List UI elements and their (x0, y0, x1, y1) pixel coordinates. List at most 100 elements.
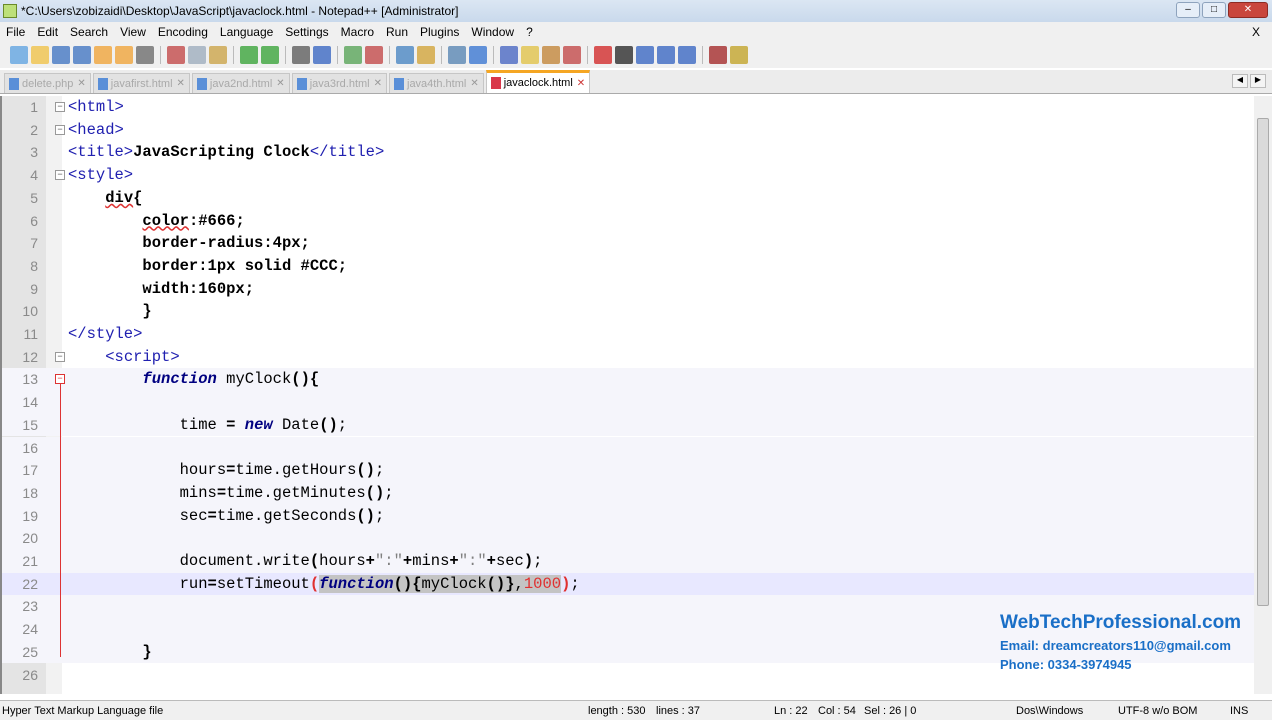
menu-encoding[interactable]: Encoding (152, 25, 214, 39)
tab-scroll-left-icon[interactable]: ◀ (1232, 74, 1248, 88)
find-icon[interactable] (292, 46, 310, 64)
code-line[interactable]: 22 run=setTimeout(function(){myClock()},… (2, 572, 1254, 596)
code-editor[interactable]: 1− <html> 2− <head> 3 <title>JavaScripting Cl… (0, 96, 1254, 694)
save-all-icon[interactable] (73, 46, 91, 64)
menu-run[interactable]: Run (380, 25, 414, 39)
code-line[interactable]: 5 div{ (2, 187, 1254, 210)
redo-icon[interactable] (261, 46, 279, 64)
tab-javaclock-html[interactable]: javaclock.html ✕ (485, 70, 591, 93)
doc-map-icon[interactable] (542, 46, 560, 64)
tab-java2nd-html[interactable]: java2nd.html ✕ (191, 73, 290, 93)
tab-scroll-right-icon[interactable]: ▶ (1250, 74, 1266, 88)
code-line[interactable]: 18 mins=time.getMinutes(); (2, 481, 1254, 505)
code-line[interactable]: 15 time = new Date(); (2, 413, 1254, 437)
code-line[interactable]: 1 − <html> (2, 96, 1254, 119)
play-macro-icon[interactable] (636, 46, 654, 64)
close-all-icon[interactable] (115, 46, 133, 64)
close-icon[interactable] (94, 46, 112, 64)
tab-close-icon[interactable]: ✕ (77, 78, 85, 89)
sync-h-icon[interactable] (417, 46, 435, 64)
print-icon[interactable] (136, 46, 154, 64)
fold-toggle-icon[interactable]: − (55, 124, 65, 135)
toolbar-separator (493, 46, 494, 64)
word-wrap-icon[interactable] (448, 46, 466, 64)
code-line[interactable]: 3 <title>JavaScripting Clock</title> (2, 141, 1254, 164)
run-macro-multiple-icon[interactable] (657, 46, 675, 64)
zoom-in-icon[interactable] (344, 46, 362, 64)
tab-delete-php[interactable]: delete.php ✕ (4, 73, 91, 93)
menu-view[interactable]: View (114, 25, 152, 39)
code-text: hours=time.getHours(); (68, 459, 385, 482)
code-line[interactable]: 17 hours=time.getHours(); (2, 459, 1254, 482)
sync-v-icon[interactable] (396, 46, 414, 64)
menu-search[interactable]: Search (64, 25, 114, 39)
code-line[interactable]: 13 − function myClock(){ (2, 368, 1254, 392)
tab-java3rd-html[interactable]: java3rd.html ✕ (291, 73, 387, 93)
tab-javafirst-html[interactable]: javafirst.html ✕ (92, 73, 190, 93)
undo-icon[interactable] (240, 46, 258, 64)
tab-close-icon[interactable]: ✕ (577, 78, 585, 89)
paste-icon[interactable] (209, 46, 227, 64)
fold-toggle-icon[interactable]: − (55, 351, 65, 362)
code-line[interactable]: 4 − <style> (2, 164, 1254, 187)
toolbar-separator (389, 46, 390, 64)
toolbar-separator (233, 46, 234, 64)
scrollbar-thumb[interactable] (1257, 118, 1269, 606)
code-line[interactable]: 7 border-radius:4px; (2, 232, 1254, 255)
menu-plugins[interactable]: Plugins (414, 25, 465, 39)
menu-settings[interactable]: Settings (279, 25, 334, 39)
menu-language[interactable]: Language (214, 25, 279, 39)
menu-help[interactable]: ? (520, 25, 539, 39)
cut-icon[interactable] (167, 46, 185, 64)
minimize-button[interactable]: – (1176, 2, 1200, 18)
indent-guide-icon[interactable] (500, 46, 518, 64)
maximize-button[interactable]: □ (1202, 2, 1226, 18)
code-line[interactable]: 16 (2, 436, 1254, 460)
menu-window[interactable]: Window (465, 25, 520, 39)
code-token: ; (337, 415, 348, 434)
replace-icon[interactable] (313, 46, 331, 64)
code-line[interactable]: 11 </style> (2, 323, 1254, 346)
code-line[interactable]: 14 (2, 391, 1254, 414)
spell-check-icon[interactable] (709, 46, 727, 64)
code-text: run=setTimeout(function(){myClock()},100… (68, 573, 580, 596)
menu-bar: File Edit Search View Encoding Language … (0, 22, 1272, 42)
tab-close-icon[interactable]: ✕ (177, 78, 185, 89)
code-line[interactable]: 12 − <script> (2, 346, 1254, 369)
code-line[interactable]: 2 − <head> (2, 119, 1254, 142)
stop-macro-icon[interactable] (615, 46, 633, 64)
code-line[interactable]: 6 color:#666; (2, 210, 1254, 233)
save-macro-icon[interactable] (678, 46, 696, 64)
save-icon[interactable] (52, 46, 70, 64)
tab-close-icon[interactable]: ✕ (470, 78, 478, 89)
code-line[interactable]: 19 sec=time.getSeconds(); (2, 504, 1254, 528)
zoom-out-icon[interactable] (365, 46, 383, 64)
fold-toggle-icon[interactable]: − (55, 102, 65, 112)
menu-file[interactable]: File (0, 25, 31, 39)
code-line[interactable]: 9 width:160px; (2, 278, 1254, 301)
fold-toggle-icon[interactable]: − (55, 170, 65, 181)
function-list-icon[interactable] (563, 46, 581, 64)
user-lang-icon[interactable] (521, 46, 539, 64)
vertical-scrollbar[interactable] (1254, 96, 1272, 694)
menu-edit[interactable]: Edit (31, 25, 64, 39)
open-file-icon[interactable] (31, 46, 49, 64)
new-file-icon[interactable] (10, 46, 28, 64)
extra-icon[interactable] (730, 46, 748, 64)
fold-toggle-icon[interactable]: − (55, 374, 65, 385)
tab-close-icon[interactable]: ✕ (374, 78, 382, 89)
tab-close-icon[interactable]: ✕ (276, 78, 284, 89)
code-line[interactable]: 20 (2, 527, 1254, 550)
copy-icon[interactable] (188, 46, 206, 64)
show-all-chars-icon[interactable] (469, 46, 487, 64)
code-line[interactable]: 10 } (2, 300, 1254, 323)
tab-java4th-html[interactable]: java4th.html ✕ (389, 73, 484, 93)
code-line[interactable]: 21 document.write(hours+":"+mins+":"+sec… (2, 550, 1254, 573)
close-document-button[interactable]: X (1246, 25, 1266, 39)
status-length: length : 530 (588, 705, 646, 717)
record-macro-icon[interactable] (594, 46, 612, 64)
menu-macro[interactable]: Macro (335, 25, 380, 39)
close-button[interactable]: ✕ (1228, 2, 1268, 18)
code-line[interactable]: 8 border:1px solid #CCC; (2, 255, 1254, 278)
